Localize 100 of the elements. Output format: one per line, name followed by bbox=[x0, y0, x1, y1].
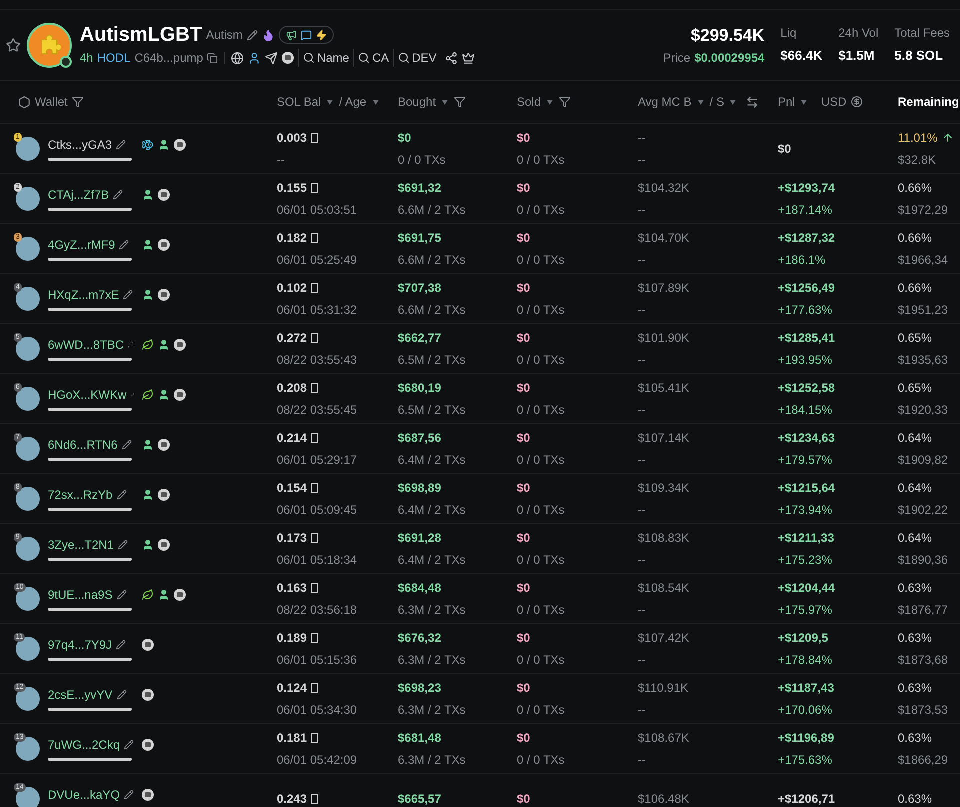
search-link[interactable]: CA bbox=[353, 49, 390, 67]
sold-txs: 0 / 0 TXs bbox=[517, 302, 566, 318]
bought-txs: 6.4M / 2 TXs bbox=[398, 552, 467, 568]
remaining-value: $1935,63 bbox=[898, 352, 950, 368]
pencil-icon[interactable] bbox=[118, 540, 128, 550]
caret-icon bbox=[730, 100, 736, 104]
sold-txs: 0 / 0 TXs bbox=[517, 702, 566, 718]
pencil-icon[interactable] bbox=[116, 140, 126, 150]
wallet-address[interactable]: HXqZ...m7xE bbox=[48, 286, 120, 304]
token-ticker: Autism bbox=[206, 27, 243, 44]
remaining-percent: 0.65% bbox=[898, 330, 932, 346]
globe-icon[interactable] bbox=[231, 52, 244, 64]
user-icon bbox=[158, 388, 170, 400]
wallet-address[interactable]: 3Zye...T2N1 bbox=[48, 536, 114, 554]
wallet-address[interactable]: 4GyZ...rMF9 bbox=[48, 236, 116, 254]
pencil-icon[interactable] bbox=[119, 240, 130, 250]
swap-icon[interactable] bbox=[746, 96, 760, 108]
bought-amount: $691,32 bbox=[398, 180, 442, 196]
sol-balance: 0.163 bbox=[277, 578, 398, 596]
avg-mc-buy: $109.34K bbox=[638, 480, 690, 496]
dollar-icon[interactable] bbox=[850, 96, 863, 108]
wallet-address[interactable]: 2csE...yvYV bbox=[48, 686, 113, 704]
column-header[interactable]: Bought bbox=[398, 93, 436, 111]
pencil-icon[interactable] bbox=[128, 340, 134, 350]
remaining-percent: 0.64% bbox=[898, 480, 932, 496]
sold-txs: 0 / 0 TXs bbox=[517, 402, 566, 418]
wallet-address[interactable]: CTAj...Zf7B bbox=[48, 186, 110, 204]
search-link[interactable]: DEV bbox=[393, 49, 437, 67]
pencil-icon[interactable] bbox=[246, 30, 258, 40]
search-link[interactable]: Name bbox=[298, 49, 350, 67]
wallet-address[interactable]: 9tUE...na9S bbox=[48, 586, 113, 604]
bought-amount: $698,23 bbox=[398, 680, 442, 696]
wallet-address[interactable]: 6Nd6...RTN6 bbox=[48, 436, 118, 454]
message-icon bbox=[300, 30, 312, 40]
copy-icon[interactable] bbox=[207, 52, 218, 64]
pnl-percent: +178.84% bbox=[778, 652, 834, 668]
sold-txs: 0 / 0 TXs bbox=[517, 352, 566, 368]
pencil-icon[interactable] bbox=[123, 290, 134, 300]
bought-txs: 6.6M / 2 TXs bbox=[398, 202, 467, 218]
pnl-amount: +$1285,41 bbox=[778, 330, 836, 346]
caret-icon bbox=[442, 100, 448, 104]
column-header[interactable]: SOL Bal bbox=[277, 93, 322, 111]
wallet-address[interactable]: 7uWG...2Ckq bbox=[48, 736, 120, 754]
pencil-icon[interactable] bbox=[116, 690, 127, 700]
wallet-address[interactable]: 6wWD...8TBC bbox=[48, 336, 124, 354]
pnl-percent: +175.63% bbox=[778, 752, 834, 768]
avg-mc-buy: $108.83K bbox=[638, 530, 690, 546]
wallet-age: 06/01 05:09:45 bbox=[277, 502, 358, 518]
remaining-percent: 0.64% bbox=[898, 430, 932, 446]
pencil-icon[interactable] bbox=[122, 440, 132, 450]
pencil-icon[interactable] bbox=[113, 190, 124, 200]
pencil-icon[interactable] bbox=[116, 590, 127, 600]
sold-amount: $0 bbox=[517, 380, 532, 396]
filter-icon[interactable] bbox=[559, 96, 572, 108]
pencil-icon[interactable] bbox=[124, 790, 134, 800]
bought-amount: $680,19 bbox=[398, 380, 442, 396]
share-icon[interactable] bbox=[444, 52, 458, 64]
sol-icon bbox=[311, 582, 318, 592]
column-header[interactable]: Avg MC B bbox=[638, 93, 692, 111]
wallet-address[interactable]: 72sx...RzYb bbox=[48, 486, 113, 504]
pnl-percent: +175.23% bbox=[778, 552, 834, 568]
bought-txs: 6.3M / 2 TXs bbox=[398, 752, 467, 768]
star-icon[interactable] bbox=[6, 38, 21, 52]
avg-mc-sell: -- bbox=[638, 502, 647, 518]
coin-icon bbox=[158, 438, 170, 450]
column-header[interactable]: Sold bbox=[517, 93, 542, 111]
column-header[interactable]: / S bbox=[710, 93, 724, 111]
sold-amount: $0 bbox=[517, 680, 532, 696]
filter-icon[interactable] bbox=[454, 96, 466, 108]
column-header[interactable]: Wallet bbox=[35, 93, 68, 111]
sold-txs: 0 / 0 TXs bbox=[517, 202, 566, 218]
sol-icon bbox=[311, 182, 318, 192]
telegram-icon[interactable] bbox=[265, 52, 278, 64]
column-header[interactable]: / Age bbox=[339, 93, 367, 111]
pencil-icon[interactable] bbox=[116, 640, 126, 650]
column-header[interactable]: Remaining bbox=[898, 93, 960, 111]
wallet-address[interactable]: Ctks...yGA3 bbox=[48, 136, 112, 154]
caret-icon bbox=[372, 100, 379, 104]
token-age: 4h bbox=[80, 50, 94, 67]
sold-amount: $0 bbox=[517, 230, 532, 246]
wallet-address[interactable]: DVUe...kaYQ bbox=[48, 786, 120, 804]
column-header[interactable]: Pnl bbox=[778, 93, 796, 111]
avg-mc-sell: -- bbox=[638, 302, 647, 318]
wallet-address[interactable]: 97q4...7Y9J bbox=[48, 636, 112, 654]
puzzle-icon bbox=[38, 34, 60, 56]
price-label: Price bbox=[663, 50, 691, 67]
sol-balance: 0.154 bbox=[277, 478, 398, 496]
crown-icon[interactable] bbox=[462, 52, 475, 64]
column-header[interactable]: USD bbox=[821, 93, 847, 111]
pnl-percent: +173.94% bbox=[778, 502, 834, 518]
pencil-icon[interactable] bbox=[124, 740, 134, 750]
caret-icon bbox=[327, 100, 334, 104]
wallet-address[interactable]: HGoX...KWKw bbox=[48, 386, 127, 404]
pencil-icon[interactable] bbox=[116, 490, 127, 500]
filter-icon[interactable] bbox=[72, 96, 84, 108]
sol-balance: 0.272 bbox=[277, 328, 398, 346]
coin-icon bbox=[158, 538, 170, 550]
wallet-age: 08/22 03:55:45 bbox=[277, 402, 358, 418]
user-icon[interactable] bbox=[248, 52, 262, 64]
settings-icon[interactable] bbox=[18, 96, 31, 108]
